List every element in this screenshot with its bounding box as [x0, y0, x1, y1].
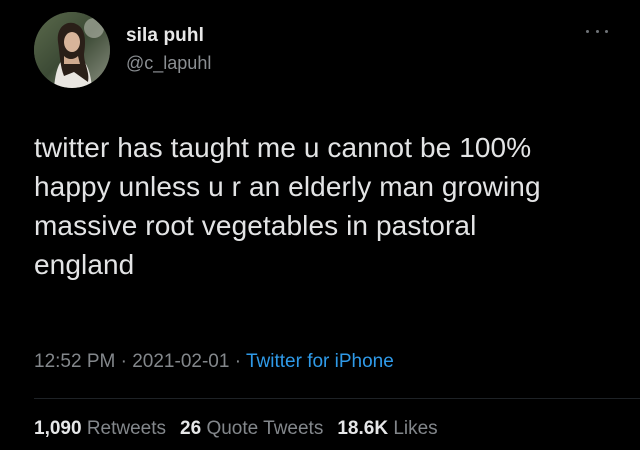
likes-count: 18.6K — [337, 418, 389, 439]
tweet-time[interactable]: 12:52 PM — [34, 351, 115, 372]
tweet-text: twitter has taught me u cannot be 100% h… — [34, 132, 541, 280]
more-dot — [586, 29, 589, 33]
tweet-meta: 12:52 PM · 2021-02-01 · Twitter for iPho… — [34, 351, 394, 373]
more-dot — [605, 29, 608, 33]
retweets-count: 1,090 — [34, 418, 82, 439]
display-name[interactable]: sila puhl — [126, 25, 204, 47]
retweets-label: Retweets — [86, 418, 167, 439]
meta-separator: · — [229, 351, 246, 372]
meta-separator: · — [115, 351, 133, 372]
avatar[interactable] — [34, 12, 110, 88]
tweet-date[interactable]: 2021-02-01 — [132, 351, 229, 372]
likes-label: Likes — [393, 418, 438, 439]
tweet-source-link[interactable]: Twitter for iPhone — [246, 351, 394, 372]
more-horizontal-icon[interactable] — [586, 26, 608, 36]
retweets-stat[interactable]: 1,090 Retweets — [34, 418, 166, 439]
user-handle[interactable]: @c_lapuhl — [126, 53, 211, 74]
quote-tweets-count: 26 — [180, 418, 202, 439]
divider — [34, 398, 640, 399]
tweet-stats: 1,090 Retweets 26 Quote Tweets 18.6K Likes — [34, 418, 438, 440]
more-dot — [595, 29, 599, 33]
tweet-card: sila puhl @c_lapuhl twitter has taught m… — [0, 0, 640, 450]
quote-tweets-label: Quote Tweets — [206, 418, 324, 439]
avatar-image — [34, 12, 110, 88]
quote-tweets-stat[interactable]: 26 Quote Tweets — [180, 418, 323, 439]
likes-stat[interactable]: 18.6K Likes — [337, 418, 437, 439]
